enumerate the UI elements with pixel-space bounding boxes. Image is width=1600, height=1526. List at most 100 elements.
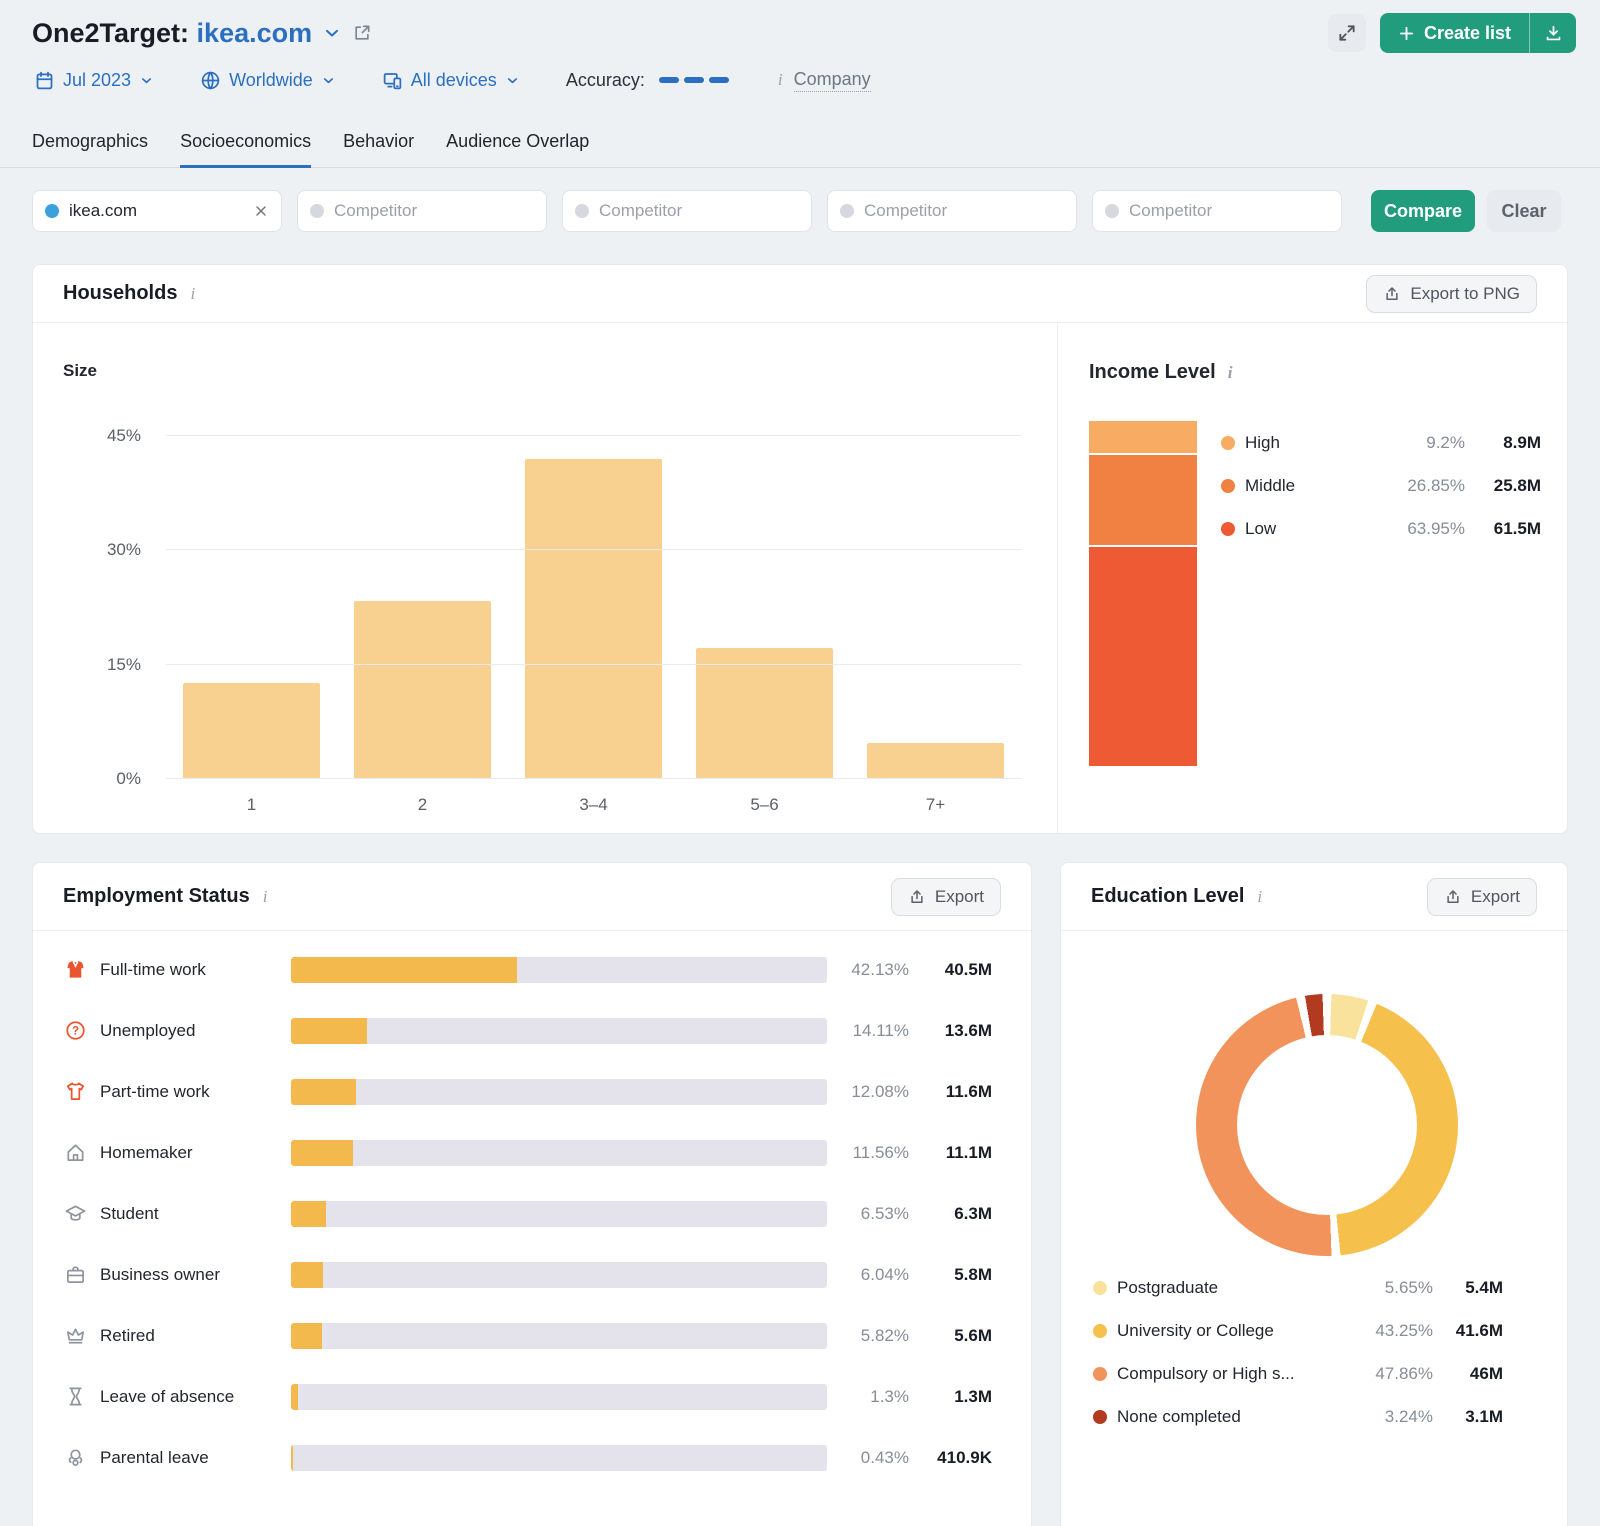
- legend-percentage: 47.86%: [1375, 1363, 1433, 1383]
- svg-text:?: ?: [71, 1026, 78, 1038]
- info-icon[interactable]: i: [1225, 363, 1236, 383]
- close-icon[interactable]: [253, 203, 269, 219]
- tab-socioeconomics[interactable]: Socioeconomics: [180, 125, 312, 168]
- legend-dot-icon: [1221, 521, 1235, 536]
- employment-bar-fill: [291, 1078, 356, 1105]
- region-filter[interactable]: Worldwide: [200, 70, 336, 91]
- company-link[interactable]: i Company: [775, 69, 871, 92]
- employment-value: 11.6M: [945, 1081, 992, 1101]
- chevron-down-icon: [142, 77, 152, 83]
- primary-domain-input[interactable]: ikea.com: [32, 190, 282, 232]
- employment-label: Leave of absence: [100, 1386, 235, 1406]
- y-axis-label: 15%: [106, 654, 141, 674]
- x-axis-label: 7+: [925, 795, 946, 814]
- employment-label: Unemployed: [100, 1020, 196, 1040]
- info-icon[interactable]: i: [1254, 887, 1265, 907]
- chevron-down-icon[interactable]: [322, 23, 342, 43]
- info-icon[interactable]: i: [260, 887, 271, 907]
- date-filter[interactable]: Jul 2023: [34, 70, 154, 91]
- domain-dot-icon: [310, 204, 324, 218]
- legend-value: 41.6M: [1455, 1320, 1503, 1340]
- compare-bar: ikea.com Competitor Competitor Competitor C…: [32, 190, 1568, 232]
- compare-button[interactable]: Compare: [1371, 190, 1475, 232]
- tab-demographics[interactable]: Demographics: [32, 125, 148, 168]
- size-bar-3–4: [525, 458, 662, 779]
- chevron-down-icon: [323, 77, 333, 83]
- export-education-button[interactable]: Export: [1426, 877, 1537, 916]
- employment-row: Leave of absence 1.3% 1.3M: [33, 1366, 1031, 1427]
- fulltime-work-icon: [63, 958, 87, 981]
- income-legend-row: Middle 26.85% 25.8M: [1221, 464, 1541, 507]
- date-filter-value: Jul 2023: [63, 69, 132, 90]
- devices-filter[interactable]: All devices: [382, 70, 520, 91]
- legend-label: Postgraduate: [1117, 1277, 1219, 1297]
- employment-percentage: 11.56%: [852, 1142, 909, 1162]
- employment-row: Retired 5.82% 5.6M: [33, 1305, 1031, 1366]
- download-list-button[interactable]: [1530, 13, 1576, 53]
- education-legend-row: Compulsory or High s... 47.86% 46M: [1093, 1352, 1503, 1395]
- info-icon: i: [777, 70, 783, 89]
- employment-bar-track: [291, 956, 827, 983]
- income-legend-row: High 9.2% 8.9M: [1221, 421, 1541, 464]
- one2target-page: One2Target: ikea.com Create list Jul 202…: [0, 0, 1600, 1526]
- external-link-icon[interactable]: [352, 23, 372, 43]
- employment-percentage: 6.53%: [860, 1203, 909, 1223]
- employment-label: Parental leave: [100, 1447, 209, 1467]
- legend-dot-icon: [1093, 1366, 1107, 1381]
- y-axis-label: 30%: [106, 540, 141, 560]
- legend-percentage: 9.2%: [1426, 432, 1465, 452]
- legend-value: 8.9M: [1503, 432, 1541, 452]
- region-filter-value: Worldwide: [229, 69, 313, 90]
- export-employment-button[interactable]: Export: [890, 877, 1001, 916]
- employment-label: Homemaker: [100, 1142, 193, 1162]
- employment-percentage: 14.11%: [852, 1020, 909, 1040]
- tabs-row: Demographics Socioeconomics Behavior Audien…: [0, 125, 1600, 168]
- competitor-input-2[interactable]: Competitor: [562, 190, 812, 232]
- employment-bar-fill: [291, 1261, 324, 1288]
- gridline-15: [166, 663, 1021, 665]
- employment-bar-track: [291, 1078, 827, 1105]
- export-to-png-button[interactable]: Export to PNG: [1366, 274, 1537, 313]
- education-donut-chart: [1196, 994, 1458, 1256]
- legend-value: 3.1M: [1465, 1406, 1503, 1426]
- upload-icon: [911, 889, 923, 903]
- parental-leave-icon: [63, 1446, 87, 1469]
- tab-behavior[interactable]: Behavior: [343, 125, 414, 168]
- legend-label: University or College: [1117, 1320, 1274, 1340]
- size-chart-title: Size: [63, 361, 98, 380]
- clear-button[interactable]: Clear: [1487, 190, 1561, 232]
- size-bar-slot: [166, 436, 337, 779]
- info-icon[interactable]: i: [187, 284, 198, 304]
- unemployed-icon: ?: [63, 1019, 87, 1042]
- households-title: Households: [63, 282, 178, 304]
- legend-label: Low: [1245, 518, 1277, 538]
- domain-dot-icon: [45, 204, 59, 218]
- create-list-button[interactable]: Create list: [1379, 13, 1576, 53]
- competitor-input-1[interactable]: Competitor: [297, 190, 547, 232]
- competitor-placeholder: Competitor: [334, 201, 418, 220]
- legend-label: Middle: [1245, 475, 1296, 495]
- employment-label: Retired: [100, 1325, 155, 1345]
- employment-bar-fill: [291, 1200, 326, 1227]
- legend-value: 46M: [1469, 1363, 1503, 1383]
- competitor-input-3[interactable]: Competitor: [827, 190, 1077, 232]
- legend-label: High: [1245, 432, 1280, 452]
- student-icon: [63, 1202, 87, 1225]
- size-bar-5–6: [696, 647, 833, 779]
- page-title-prefix: One2Target:: [32, 17, 190, 48]
- employment-bar-fill: [291, 1444, 294, 1471]
- tab-audience-overlap[interactable]: Audience Overlap: [446, 125, 589, 168]
- income-level-panel: Income Level i High 9.2% 8.9M Middle 26.85% 2…: [1057, 323, 1569, 833]
- employment-bar-track: [291, 1139, 827, 1166]
- employment-row: ? Unemployed 14.11% 13.6M: [33, 1000, 1031, 1061]
- employment-row: Full-time work 42.13% 40.5M: [33, 939, 1031, 1000]
- page-title-domain[interactable]: ikea.com: [197, 18, 313, 48]
- accuracy-dash: [658, 77, 679, 83]
- size-chart-bars: [166, 436, 1021, 779]
- competitor-input-4[interactable]: Competitor: [1092, 190, 1342, 232]
- devices-filter-value: All devices: [410, 69, 497, 90]
- employment-value: 13.6M: [944, 1020, 992, 1040]
- expand-button[interactable]: [1327, 14, 1366, 52]
- legend-percentage: 26.85%: [1407, 475, 1465, 495]
- y-axis-label: 0%: [116, 769, 141, 788]
